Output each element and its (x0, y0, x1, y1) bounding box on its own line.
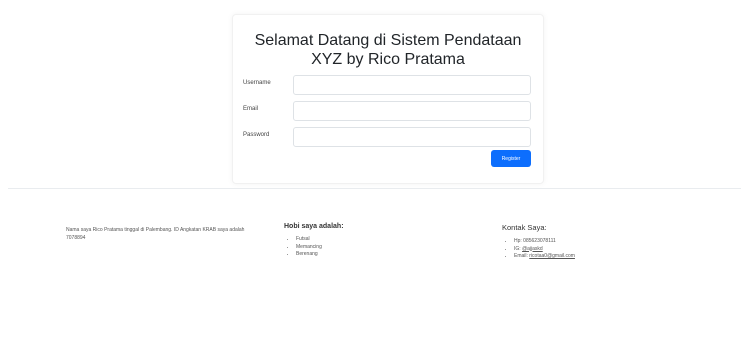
password-row: Password (243, 127, 531, 149)
contact-email: Email: ricotaa0@gmail.com (514, 253, 672, 261)
password-input[interactable] (293, 127, 531, 147)
footer-about: Nama saya Rico Pratama tinggal di Palemb… (66, 226, 246, 242)
email-row: Email (243, 101, 531, 123)
footer: Nama saya Rico Pratama tinggal di Palemb… (0, 190, 749, 300)
footer-divider (8, 188, 741, 189)
about-text: Nama saya Rico Pratama tinggal di Palemb… (66, 227, 245, 241)
phone-value: 085623078111 (523, 238, 556, 244)
phone-prefix: Hp: (514, 238, 524, 244)
page: Selamat Datang di Sistem Pendataan XYZ b… (0, 0, 749, 352)
email-label: Email (243, 106, 259, 112)
password-label: Password (243, 132, 270, 138)
ig-prefix: IG: (514, 245, 523, 252)
contact-phone: Hp: 085623078111 (514, 238, 672, 246)
footer-contact: Kontak Saya: Hp: 085623078111 IG: @ajjas… (502, 223, 672, 261)
email-input[interactable] (293, 101, 531, 121)
email-link[interactable]: ricotaa0@gmail.com (529, 253, 575, 259)
footer-hobby: Hobi saya adalah: Futsal Memancing Beren… (284, 223, 454, 259)
contact-instagram: IG: @ajjaskd (514, 246, 672, 254)
username-label: Username (243, 80, 271, 86)
registration-card: Selamat Datang di Sistem Pendataan XYZ b… (232, 14, 544, 184)
contact-list: Hp: 085623078111 IG: @ajjaskd Email: ric… (502, 238, 672, 261)
list-item: Berenang (296, 251, 454, 259)
username-row: Username (243, 75, 531, 97)
register-button[interactable]: Register (491, 150, 531, 167)
list-item: Futsal (296, 236, 454, 244)
email-prefix: Email: (514, 253, 530, 259)
page-title: Selamat Datang di Sistem Pendataan XYZ b… (254, 32, 522, 68)
list-item: Memancing (296, 244, 454, 252)
instagram-link[interactable]: @ajjaskd (522, 246, 543, 252)
hobby-heading: Hobi saya adalah: (284, 223, 344, 230)
hobby-list: Futsal Memancing Berenang (284, 236, 454, 259)
username-input[interactable] (293, 75, 531, 95)
contact-heading: Kontak Saya: (502, 223, 547, 232)
